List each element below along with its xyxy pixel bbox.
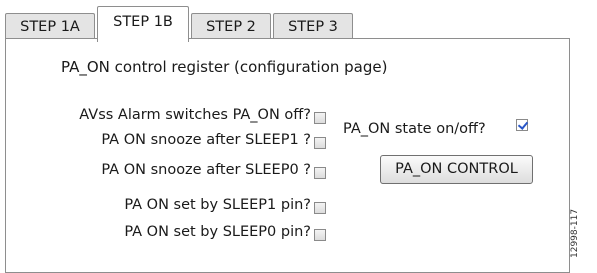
set-by-sleep0-pin-checkbox[interactable] — [314, 229, 326, 241]
pa-on-state-label: PA_ON state on/off? — [343, 121, 486, 137]
tab-bar: STEP 1A STEP 1B STEP 2 STEP 3 — [5, 4, 565, 42]
tab-step-3[interactable]: STEP 3 — [273, 13, 353, 41]
set-by-sleep1-pin-label: PA ON set by SLEEP1 pin? — [124, 197, 311, 213]
tab-step-1a[interactable]: STEP 1A — [5, 13, 95, 41]
tab-step-2[interactable]: STEP 2 — [191, 13, 271, 41]
figure-id: 12998-117 — [570, 208, 580, 258]
snooze-sleep1-label: PA ON snooze after SLEEP1 ? — [101, 132, 311, 148]
avss-alarm-label: AVss Alarm switches PA_ON off? — [79, 107, 311, 123]
panel-title: PA_ON control register (configuration pa… — [61, 58, 388, 76]
pa-on-state-checkbox[interactable] — [516, 119, 528, 131]
set-by-sleep0-pin-label: PA ON set by SLEEP0 pin? — [124, 224, 311, 240]
avss-alarm-checkbox[interactable] — [314, 112, 326, 124]
tab-step-1b[interactable]: STEP 1B — [97, 6, 189, 42]
snooze-sleep0-checkbox[interactable] — [314, 167, 326, 179]
snooze-sleep0-label: PA ON snooze after SLEEP0 ? — [101, 162, 311, 178]
snooze-sleep1-checkbox[interactable] — [314, 137, 326, 149]
set-by-sleep1-pin-checkbox[interactable] — [314, 202, 326, 214]
pa-on-control-button[interactable]: PA_ON CONTROL — [380, 155, 533, 184]
